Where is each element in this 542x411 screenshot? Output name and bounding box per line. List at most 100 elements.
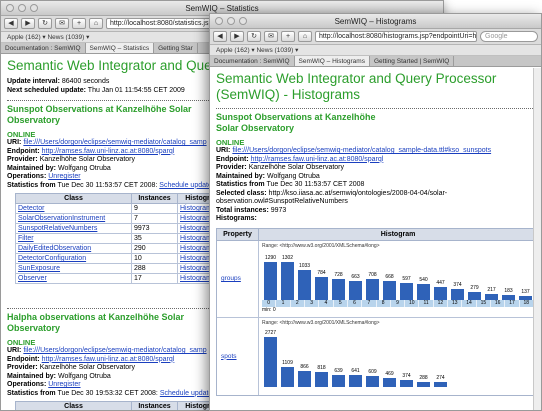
bar-value-label: 641 bbox=[351, 367, 360, 374]
back-button[interactable]: ◀ bbox=[4, 18, 18, 29]
histogram-chart: Range: <http://www.w3.org/2001/XMLSchema… bbox=[259, 318, 537, 395]
histogram-bar bbox=[281, 261, 294, 300]
window-controls bbox=[215, 17, 247, 25]
class-link[interactable]: DailyEditedObservation bbox=[15, 243, 132, 254]
histogram-table-header: Property Histogram bbox=[217, 228, 537, 241]
divider bbox=[216, 108, 535, 109]
endpoint-link[interactable]: http://ramses.faw.uni-linz.ac.at:8080/sp… bbox=[42, 356, 175, 363]
column-header: Histogram bbox=[380, 230, 416, 238]
bar-value-label: 217 bbox=[487, 286, 496, 293]
add-bookmark-icon[interactable]: + bbox=[72, 18, 86, 29]
histogram-bar bbox=[349, 374, 362, 387]
class-link[interactable]: SunspotRelativeNumbers bbox=[15, 223, 132, 234]
mail-icon[interactable]: ✉ bbox=[55, 18, 69, 29]
histogram-bar bbox=[502, 294, 515, 300]
bookmarks-bar[interactable]: Apple (162) ▾ News (1039) ▾ bbox=[210, 45, 541, 56]
bar-value-label: 288 bbox=[419, 374, 428, 381]
minimize-window-button[interactable] bbox=[227, 17, 235, 25]
tab-getting-started[interactable]: Getting Started | SemWIQ bbox=[370, 56, 455, 66]
class-link[interactable]: DetectorConfiguration bbox=[15, 253, 132, 264]
uri-link[interactable]: file:///Users/dorgon/eclipse/semwiq-medi… bbox=[23, 139, 206, 146]
uri-link[interactable]: file:///Users/dorgon/eclipse/semwiq-medi… bbox=[23, 347, 206, 354]
minimize-window-button[interactable] bbox=[18, 4, 26, 12]
bar-value-label: 1290 bbox=[264, 254, 277, 261]
endpoint-link[interactable]: http://ramses.faw.uni-linz.ac.at:8080/sp… bbox=[251, 156, 384, 163]
histograms-window: SemWIQ – Histograms ◀ ▶ ↻ ✉ + ⌂ http://l… bbox=[209, 13, 542, 411]
search-input[interactable]: Google bbox=[480, 31, 538, 42]
tab-documentation[interactable]: Documentation : SemWIQ bbox=[210, 56, 295, 66]
class-link[interactable]: SolarObservationInstrument bbox=[15, 213, 132, 224]
endpoint-link[interactable]: http://ramses.faw.uni-linz.ac.at:8080/sp… bbox=[42, 148, 175, 155]
histogram-bars: 1290 1302 1033 784 728 663 708 668 597 540 447 374 2… bbox=[262, 250, 537, 300]
property-link-groups[interactable]: groups bbox=[221, 275, 241, 282]
x-tick-label: 17 bbox=[505, 299, 520, 307]
x-tick-label: 18 bbox=[519, 299, 534, 307]
x-tick-label: 7 bbox=[362, 299, 377, 307]
range-label: Range: <http://www.w3.org/2001/XMLSchema… bbox=[262, 242, 380, 249]
home-icon[interactable]: ⌂ bbox=[298, 31, 312, 42]
column-header: Class bbox=[15, 401, 132, 410]
histogram-bar bbox=[434, 381, 447, 387]
instance-count: 288 bbox=[131, 263, 178, 274]
property-link-spots[interactable]: spots bbox=[221, 353, 237, 360]
add-bookmark-icon[interactable]: + bbox=[281, 31, 295, 42]
class-link[interactable]: Filter bbox=[15, 233, 132, 244]
forward-button[interactable]: ▶ bbox=[230, 31, 244, 42]
unregister-link[interactable]: Unregister bbox=[48, 381, 80, 388]
zoom-window-button[interactable] bbox=[239, 17, 247, 25]
histogram-bar bbox=[264, 261, 277, 300]
histogram-bars: 2727 1109 866 818 639 641 609 469 374 288 274 bbox=[262, 327, 534, 387]
histogram-bar bbox=[468, 291, 481, 300]
window-title: SemWIQ – Statistics bbox=[185, 4, 259, 13]
bar-value-label: 784 bbox=[317, 269, 326, 276]
histogram-bar bbox=[281, 366, 294, 387]
reload-icon[interactable]: ↻ bbox=[38, 18, 52, 29]
histogram-x-axis: 0 1 2 3 4 5 6 7 8 9 10 11 12 13 14 15 16 17 18 bbox=[262, 299, 534, 307]
page-title: Semantic Web Integrator and Query Proces… bbox=[216, 71, 497, 102]
window-titlebar[interactable]: SemWIQ – Histograms bbox=[210, 14, 541, 29]
bar-value-label: 374 bbox=[453, 281, 462, 288]
zoom-window-button[interactable] bbox=[30, 4, 38, 12]
section-title: Sunspot Observations at Kanzelhöhe Solar… bbox=[7, 104, 192, 125]
bar-value-label: 663 bbox=[351, 273, 360, 280]
home-icon[interactable]: ⌂ bbox=[89, 18, 103, 29]
bar-value-label: 1033 bbox=[298, 262, 311, 269]
reload-icon[interactable]: ↻ bbox=[247, 31, 261, 42]
bar-value-label: 469 bbox=[385, 370, 394, 377]
x-tick-label: 16 bbox=[491, 299, 506, 307]
bar-value-label: 1109 bbox=[282, 359, 293, 366]
class-link[interactable]: Observer bbox=[15, 273, 132, 284]
uri-link[interactable]: file:///Users/dorgon/eclipse/semwiq-medi… bbox=[232, 147, 491, 154]
tab-statistics[interactable]: SemWIQ – Statistics bbox=[85, 43, 155, 53]
close-window-button[interactable] bbox=[6, 4, 14, 12]
bar-value-label: 728 bbox=[334, 271, 343, 278]
class-link[interactable]: Detector bbox=[15, 203, 132, 214]
forward-button[interactable]: ▶ bbox=[21, 18, 35, 29]
tab-bar: Documentation : SemWIQ SemWIQ – Histogra… bbox=[210, 56, 541, 67]
unregister-link[interactable]: Unregister bbox=[48, 173, 80, 180]
histogram-bar bbox=[417, 381, 430, 387]
instance-count: 17 bbox=[131, 273, 178, 284]
tab-histograms[interactable]: SemWIQ – Histograms bbox=[294, 56, 370, 66]
schedule-update-link[interactable]: Schedule update bbox=[160, 390, 213, 397]
instance-count: 9 bbox=[131, 203, 178, 214]
histogram-bar bbox=[451, 288, 464, 300]
class-stats-table: Class Instances Histograms DailyEditedOb… bbox=[15, 401, 232, 410]
scrollbar[interactable] bbox=[533, 68, 541, 410]
tab-documentation[interactable]: Documentation : SemWIQ bbox=[1, 43, 86, 53]
mail-icon[interactable]: ✉ bbox=[264, 31, 278, 42]
histogram-bar bbox=[417, 283, 430, 300]
bar-value-label: 1302 bbox=[281, 254, 294, 261]
class-stats-table: Class Instances Histograms Detector 9 Hist… bbox=[15, 193, 232, 284]
histogram-bar bbox=[349, 280, 362, 300]
histogram-chart: Range: <http://www.w3.org/2001/XMLSchema… bbox=[259, 241, 537, 317]
histogram-bar bbox=[298, 370, 311, 387]
class-link[interactable]: SunExposure bbox=[15, 263, 132, 274]
address-bar[interactable]: http://localhost:8080/histograms.jsp?end… bbox=[315, 31, 477, 42]
table-row: Filter 35 Histograms bbox=[15, 233, 232, 244]
tab-getting-started[interactable]: Getting Star bbox=[154, 43, 198, 53]
back-button[interactable]: ◀ bbox=[213, 31, 227, 42]
close-window-button[interactable] bbox=[215, 17, 223, 25]
histogram-bar bbox=[383, 377, 396, 387]
schedule-update-link[interactable]: Schedule update bbox=[159, 182, 212, 189]
